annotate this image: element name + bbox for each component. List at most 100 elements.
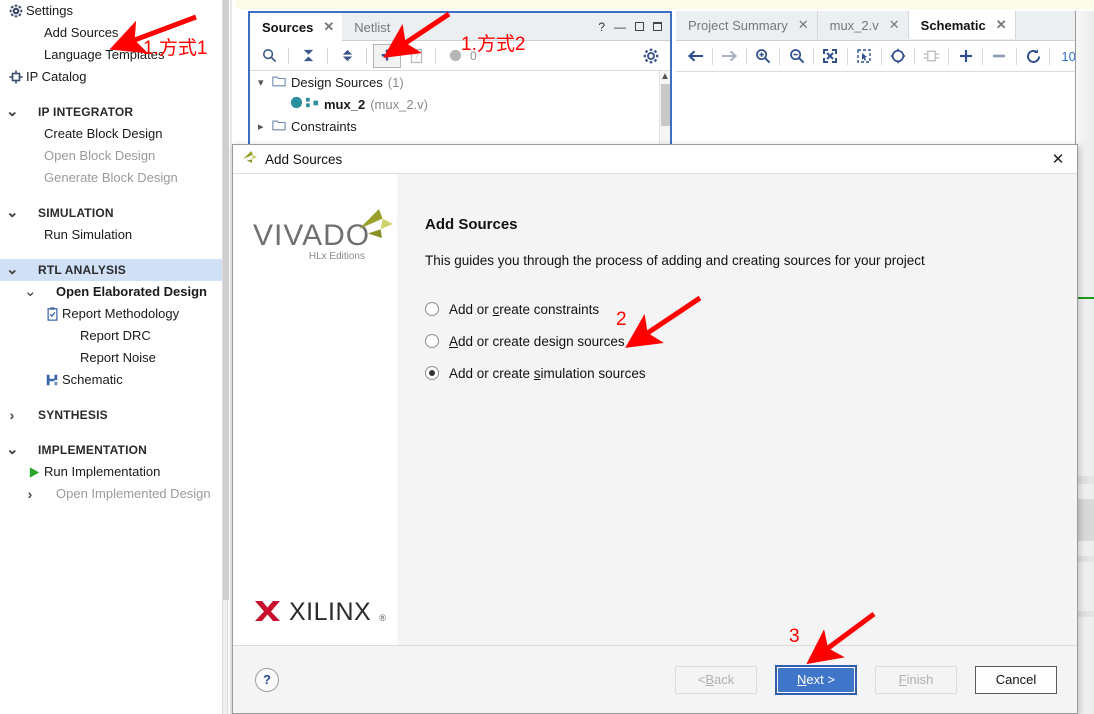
close-icon[interactable]: ✕ bbox=[1045, 148, 1071, 170]
sidebar-item-label: SIMULATION bbox=[38, 206, 114, 220]
sidebar-item-run-simulation[interactable]: Run Simulation bbox=[0, 224, 222, 246]
sidebar-item-open-implemented-design[interactable]: › Open Implemented Design bbox=[0, 483, 222, 505]
schematic-tab-bar: Project Summary ✕ mux_2.v ✕ Schematic ✕ bbox=[676, 11, 1076, 41]
close-icon[interactable]: ✕ bbox=[889, 17, 900, 33]
finish-button[interactable]: Finish bbox=[875, 665, 957, 694]
chevron-down-icon[interactable]: ⌄ bbox=[6, 262, 19, 277]
close-icon[interactable]: ✕ bbox=[323, 19, 334, 35]
sidebar-item-synthesis[interactable]: › SYNTHESIS bbox=[0, 404, 222, 426]
vivado-logo: VIVADO HLx Editions bbox=[253, 209, 393, 262]
toolbar-separator bbox=[327, 47, 328, 64]
sidebar-item-ip-catalog[interactable]: IP Catalog bbox=[0, 66, 222, 88]
float-icon[interactable] bbox=[653, 22, 662, 31]
refresh-circle-icon[interactable] bbox=[885, 43, 912, 69]
tab-sources[interactable]: Sources ✕ bbox=[250, 13, 343, 41]
help-icon[interactable]: ? bbox=[598, 20, 605, 34]
add-sources-plus-button[interactable]: + bbox=[373, 43, 401, 68]
dialog-footer: ? < Back Next > Finish Cancel bbox=[233, 645, 1077, 713]
minimize-icon[interactable]: — bbox=[614, 20, 626, 34]
collapse-minus-icon[interactable] bbox=[986, 43, 1013, 69]
scroll-up-icon[interactable]: ▲ bbox=[660, 71, 670, 83]
radio-indicator[interactable] bbox=[425, 366, 439, 380]
expand-all-icon[interactable] bbox=[334, 44, 360, 68]
tab-project-summary-label: Project Summary bbox=[688, 17, 788, 33]
tree-label: mux_2 bbox=[324, 96, 366, 112]
dialog-title-bar: Add Sources ✕ bbox=[233, 145, 1077, 174]
sidebar-item-open-elaborated-design[interactable]: ⌄ Open Elaborated Design bbox=[0, 281, 222, 303]
tree-row[interactable]: ▾ Design Sources (1) bbox=[250, 71, 670, 93]
sidebar-item-ip-integrator[interactable]: ⌄ IP INTEGRATOR bbox=[0, 101, 222, 123]
sidebar-item-label: Add Sources bbox=[44, 25, 119, 40]
chevron-down-icon[interactable]: ⌄ bbox=[6, 442, 19, 457]
chevron-right-icon[interactable]: › bbox=[6, 404, 18, 426]
zoom-in-icon[interactable] bbox=[750, 43, 777, 69]
sidebar-item-simulation[interactable]: ⌄ SIMULATION bbox=[0, 202, 222, 224]
back-arrow-icon[interactable] bbox=[682, 43, 709, 69]
search-icon[interactable] bbox=[256, 44, 282, 68]
xilinx-x-icon bbox=[255, 600, 281, 625]
tree-scrollbar-thumb[interactable] bbox=[661, 84, 670, 126]
gear-icon bbox=[6, 4, 26, 18]
radio-indicator[interactable] bbox=[425, 302, 439, 316]
sidebar-item-open-block-design[interactable]: Open Block Design bbox=[0, 145, 222, 167]
tree-scrollbar[interactable]: ▲ bbox=[659, 71, 670, 145]
radio-add-create-constraints[interactable]: Add or create constraints bbox=[425, 293, 1077, 325]
annotation-label-3: 2 bbox=[616, 309, 627, 330]
toolbar-separator bbox=[813, 47, 815, 65]
sidebar-item-run-implementation[interactable]: Run Implementation bbox=[0, 461, 222, 483]
radio-indicator[interactable] bbox=[425, 334, 439, 348]
tab-netlist[interactable]: Netlist bbox=[342, 13, 398, 41]
gear-icon[interactable] bbox=[638, 44, 664, 68]
radio-label: Add or create simulation sources bbox=[449, 365, 646, 381]
sidebar-item-generate-block-design[interactable]: Generate Block Design bbox=[0, 167, 222, 189]
tab-schematic[interactable]: Schematic ✕ bbox=[908, 11, 1016, 39]
sidebar-item-label: IMPLEMENTATION bbox=[38, 443, 148, 457]
chevron-down-icon[interactable]: ⌄ bbox=[24, 284, 37, 299]
sidebar-item-rtl-analysis[interactable]: ⌄ RTL ANALYSIS bbox=[0, 259, 222, 281]
sidebar-item-label: Create Block Design bbox=[44, 126, 163, 141]
back-button[interactable]: < Back bbox=[675, 665, 757, 694]
sidebar-item-create-block-design[interactable]: Create Block Design bbox=[0, 123, 222, 145]
expand-plus-icon[interactable] bbox=[952, 43, 979, 69]
sidebar-scrollbar[interactable] bbox=[222, 0, 229, 714]
zoom-area-icon[interactable] bbox=[851, 43, 878, 69]
sidebar-item-implementation[interactable]: ⌄ IMPLEMENTATION bbox=[0, 439, 222, 461]
flow-navigator-sidebar: Settings Add Sources Language Templates IP … bbox=[0, 0, 222, 714]
collapse-all-icon[interactable] bbox=[295, 44, 321, 68]
close-icon[interactable]: ✕ bbox=[996, 17, 1007, 33]
sidebar-item-report-noise[interactable]: Report Noise bbox=[0, 347, 222, 369]
tab-mux2-v[interactable]: mux_2.v ✕ bbox=[818, 11, 909, 39]
sidebar-item-settings[interactable]: Settings bbox=[0, 0, 222, 22]
zoom-out-icon[interactable] bbox=[783, 43, 810, 69]
sidebar-scrollbar-thumb[interactable] bbox=[223, 0, 229, 600]
chevron-right-icon[interactable]: ▸ bbox=[258, 120, 271, 133]
tree-row[interactable]: ▸ Constraints bbox=[250, 115, 670, 137]
close-icon[interactable]: ✕ bbox=[798, 17, 809, 33]
maximize-icon[interactable] bbox=[635, 22, 644, 31]
radio-add-create-design-sources[interactable]: Add or create design sources bbox=[425, 325, 1077, 357]
chevron-down-icon[interactable]: ⌄ bbox=[6, 104, 19, 119]
sidebar-item-report-methodology[interactable]: Report Methodology bbox=[0, 303, 222, 325]
chevron-down-icon[interactable]: ⌄ bbox=[6, 205, 19, 220]
sidebar-item-report-drc[interactable]: Report DRC bbox=[0, 325, 222, 347]
zoom-level-value: 10 bbox=[1061, 48, 1076, 64]
sidebar-item-schematic[interactable]: Schematic bbox=[0, 369, 222, 391]
chevron-right-icon[interactable]: › bbox=[24, 483, 36, 505]
tree-row[interactable]: mux_2 (mux_2.v) bbox=[250, 93, 670, 115]
chevron-down-icon[interactable]: ▾ bbox=[258, 76, 271, 89]
help-button[interactable]: ? bbox=[255, 667, 279, 692]
top-banner-strip bbox=[236, 0, 1094, 9]
dialog-main-content: Add Sources This guides you through the … bbox=[397, 174, 1077, 645]
cell-properties-icon[interactable] bbox=[918, 43, 945, 69]
zoom-fit-icon[interactable] bbox=[817, 43, 844, 69]
next-button[interactable]: Next > bbox=[775, 664, 857, 695]
cancel-button[interactable]: Cancel bbox=[975, 665, 1057, 694]
reload-icon[interactable] bbox=[1020, 43, 1047, 69]
annotation-label-2: 1.方式2 bbox=[461, 34, 526, 55]
radio-add-create-simulation-sources[interactable]: Add or create simulation sources bbox=[425, 357, 1077, 389]
forward-arrow-icon[interactable] bbox=[716, 43, 743, 69]
dialog-button-row: < Back Next > Finish Cancel bbox=[675, 664, 1057, 695]
new-file-icon[interactable]: ? bbox=[403, 44, 429, 68]
tab-project-summary[interactable]: Project Summary ✕ bbox=[676, 11, 818, 39]
